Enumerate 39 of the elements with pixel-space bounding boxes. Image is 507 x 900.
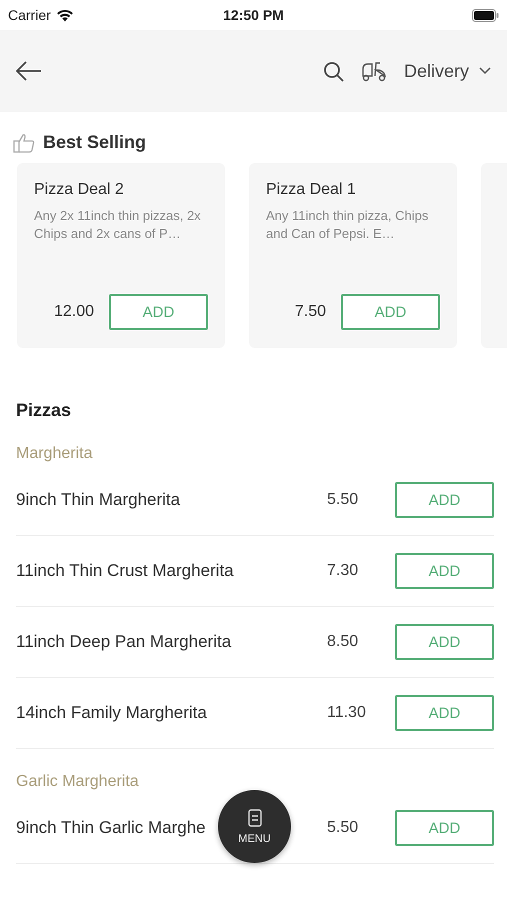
subcategory-title: Garlic Margherita (15, 772, 140, 791)
product-description: Any 11inch thin pizza, Chips and Can of Pepsi. E… (266, 207, 430, 243)
carrier-name: Carrier (8, 7, 51, 23)
item-price: 7.30 (327, 562, 360, 580)
item-name: 9inch Thin Margherita (16, 490, 182, 510)
item-name: 14inch Family Margherita (16, 703, 208, 723)
battery-icon (472, 8, 499, 22)
add-button[interactable]: ADD (395, 624, 494, 660)
chevron-down-icon (479, 67, 491, 75)
delivery-dropdown[interactable]: Delivery (404, 60, 491, 82)
category-title: Pizzas (15, 399, 72, 421)
menu-card-icon (248, 808, 262, 826)
status-time: 12:50 PM (223, 7, 284, 23)
item-name: 9inch Thin Garlic Marghe (16, 818, 207, 838)
wifi-icon (56, 8, 74, 22)
item-name: 11inch Deep Pan Margherita (16, 632, 232, 652)
product-price: 12.00 (54, 303, 94, 321)
search-icon[interactable] (322, 60, 344, 82)
scooter-icon (360, 60, 388, 82)
subcategory-title: Margherita (15, 444, 94, 463)
add-button[interactable]: ADD (395, 810, 494, 846)
add-button[interactable]: ADD (395, 482, 494, 518)
add-button[interactable]: ADD (341, 294, 440, 330)
back-arrow-icon[interactable] (16, 61, 42, 81)
product-description: Any 2x 11inch thin pizzas, 2x Chips and 2x cans of P… (34, 207, 202, 243)
add-button[interactable]: ADD (395, 695, 494, 731)
item-name: 11inch Thin Crust Margherita (16, 561, 235, 581)
item-price: 8.50 (327, 633, 360, 651)
section-title: Best Selling (43, 132, 146, 153)
item-price: 5.50 (327, 819, 360, 837)
thumbs-up-icon (13, 132, 35, 152)
add-button[interactable]: ADD (395, 553, 494, 589)
item-price: 5.50 (327, 491, 360, 509)
add-button[interactable]: ADD (109, 294, 208, 330)
product-price: 7.50 (294, 303, 326, 321)
menu-button[interactable]: MENU (218, 790, 291, 863)
product-name: Pizza Deal 2 (34, 181, 125, 199)
product-name: Pizza Deal 1 (266, 181, 357, 199)
item-price: 11.30 (327, 704, 367, 722)
